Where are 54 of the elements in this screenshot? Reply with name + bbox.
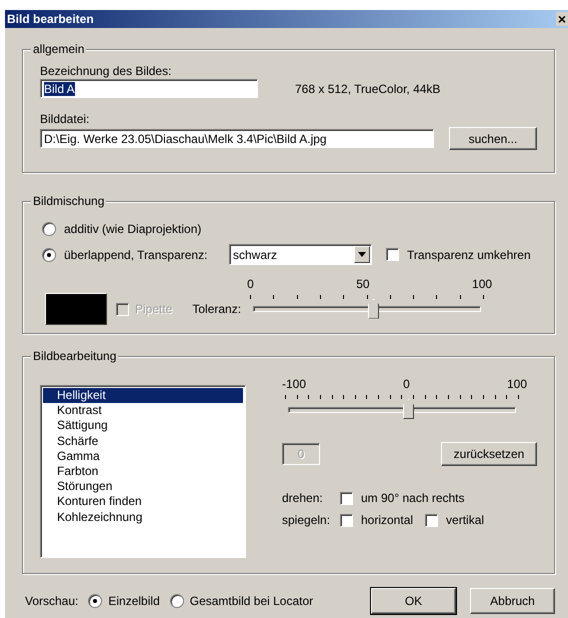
list-item[interactable]: Gamma bbox=[43, 448, 243, 464]
radio-button[interactable] bbox=[42, 248, 56, 262]
radio-label: Einzelbild bbox=[108, 594, 160, 608]
checkbox-label: um 90° nach rechts bbox=[361, 491, 465, 505]
list-item[interactable]: Kohlezeichnung bbox=[43, 510, 243, 525]
list-item[interactable]: Sättigung bbox=[43, 418, 243, 434]
list-item[interactable]: Farbton bbox=[43, 464, 243, 480]
browse-button[interactable]: suchen... bbox=[448, 127, 537, 150]
color-swatch[interactable] bbox=[45, 293, 107, 325]
list-item[interactable]: Helligkeit bbox=[43, 388, 243, 404]
scale-label: 100 bbox=[506, 377, 527, 391]
list-item[interactable]: Störungen bbox=[43, 479, 243, 494]
radio-label: überlappend, Transparenz: bbox=[64, 248, 208, 262]
reset-button[interactable]: zurücksetzen bbox=[441, 442, 537, 466]
group-title: Bildbearbeitung bbox=[31, 349, 118, 363]
checkbox[interactable] bbox=[425, 514, 438, 526]
radio-button[interactable] bbox=[170, 594, 184, 608]
field-label: Bilddatei: bbox=[40, 112, 90, 126]
scale-label: 0 bbox=[403, 377, 410, 391]
scale-label: 100 bbox=[472, 276, 492, 290]
slider-thumb[interactable] bbox=[403, 399, 414, 419]
list-item[interactable]: Kontrast bbox=[43, 403, 243, 418]
group-title: allgemein bbox=[31, 42, 86, 56]
scale-label: 50 bbox=[356, 276, 370, 290]
image-info: 768 x 512, TrueColor, 44kB bbox=[295, 82, 440, 96]
checkbox-label: Transparenz umkehren bbox=[407, 248, 531, 262]
radio-label: Gesamtbild bei Locator bbox=[190, 594, 314, 608]
option-label: spiegeln: bbox=[282, 513, 332, 527]
scale-label: -100 bbox=[282, 377, 306, 391]
close-button[interactable]: × bbox=[556, 12, 568, 26]
slider-label: Toleranz: bbox=[192, 302, 242, 316]
radio-button[interactable] bbox=[88, 594, 102, 608]
checkbox[interactable] bbox=[386, 248, 399, 261]
scale-label: 0 bbox=[247, 276, 254, 290]
filter-list[interactable]: Helligkeit Kontrast Sättigung Schärfe Gamma Farbton Störungen Konturen finden Kohlezeichnung bbox=[40, 385, 246, 558]
list-item[interactable]: Schärfe bbox=[43, 434, 243, 449]
radio-button[interactable] bbox=[42, 222, 56, 236]
option-label: drehen: bbox=[282, 491, 324, 505]
radio-label: additiv (wie Diaprojektion) bbox=[64, 222, 202, 236]
checkbox-label: horizontal bbox=[361, 513, 414, 527]
ok-button[interactable]: OK bbox=[371, 588, 456, 614]
list-item[interactable]: Konturen finden bbox=[43, 494, 243, 510]
transparency-dropdown[interactable]: schwarz bbox=[229, 244, 372, 265]
field-label: Bezeichnung des Bildes: bbox=[40, 64, 172, 78]
cancel-button[interactable]: Abbruch bbox=[470, 588, 555, 614]
slider-thumb[interactable] bbox=[368, 298, 380, 318]
group-title: Bildmischung bbox=[31, 194, 106, 208]
checkbox-label: vertikal bbox=[446, 513, 484, 527]
file-field[interactable]: D:\Eig. Werke 23.05\Diaschau\Melk 3.4\Pic\Bild A.jpg bbox=[40, 129, 434, 148]
preview-label: Vorschau: bbox=[25, 594, 78, 608]
window-title: Bild bearbeiten bbox=[6, 12, 94, 26]
checkbox[interactable] bbox=[340, 514, 353, 526]
checkbox[interactable] bbox=[340, 492, 353, 504]
name-field[interactable]: Bild A bbox=[40, 79, 258, 98]
